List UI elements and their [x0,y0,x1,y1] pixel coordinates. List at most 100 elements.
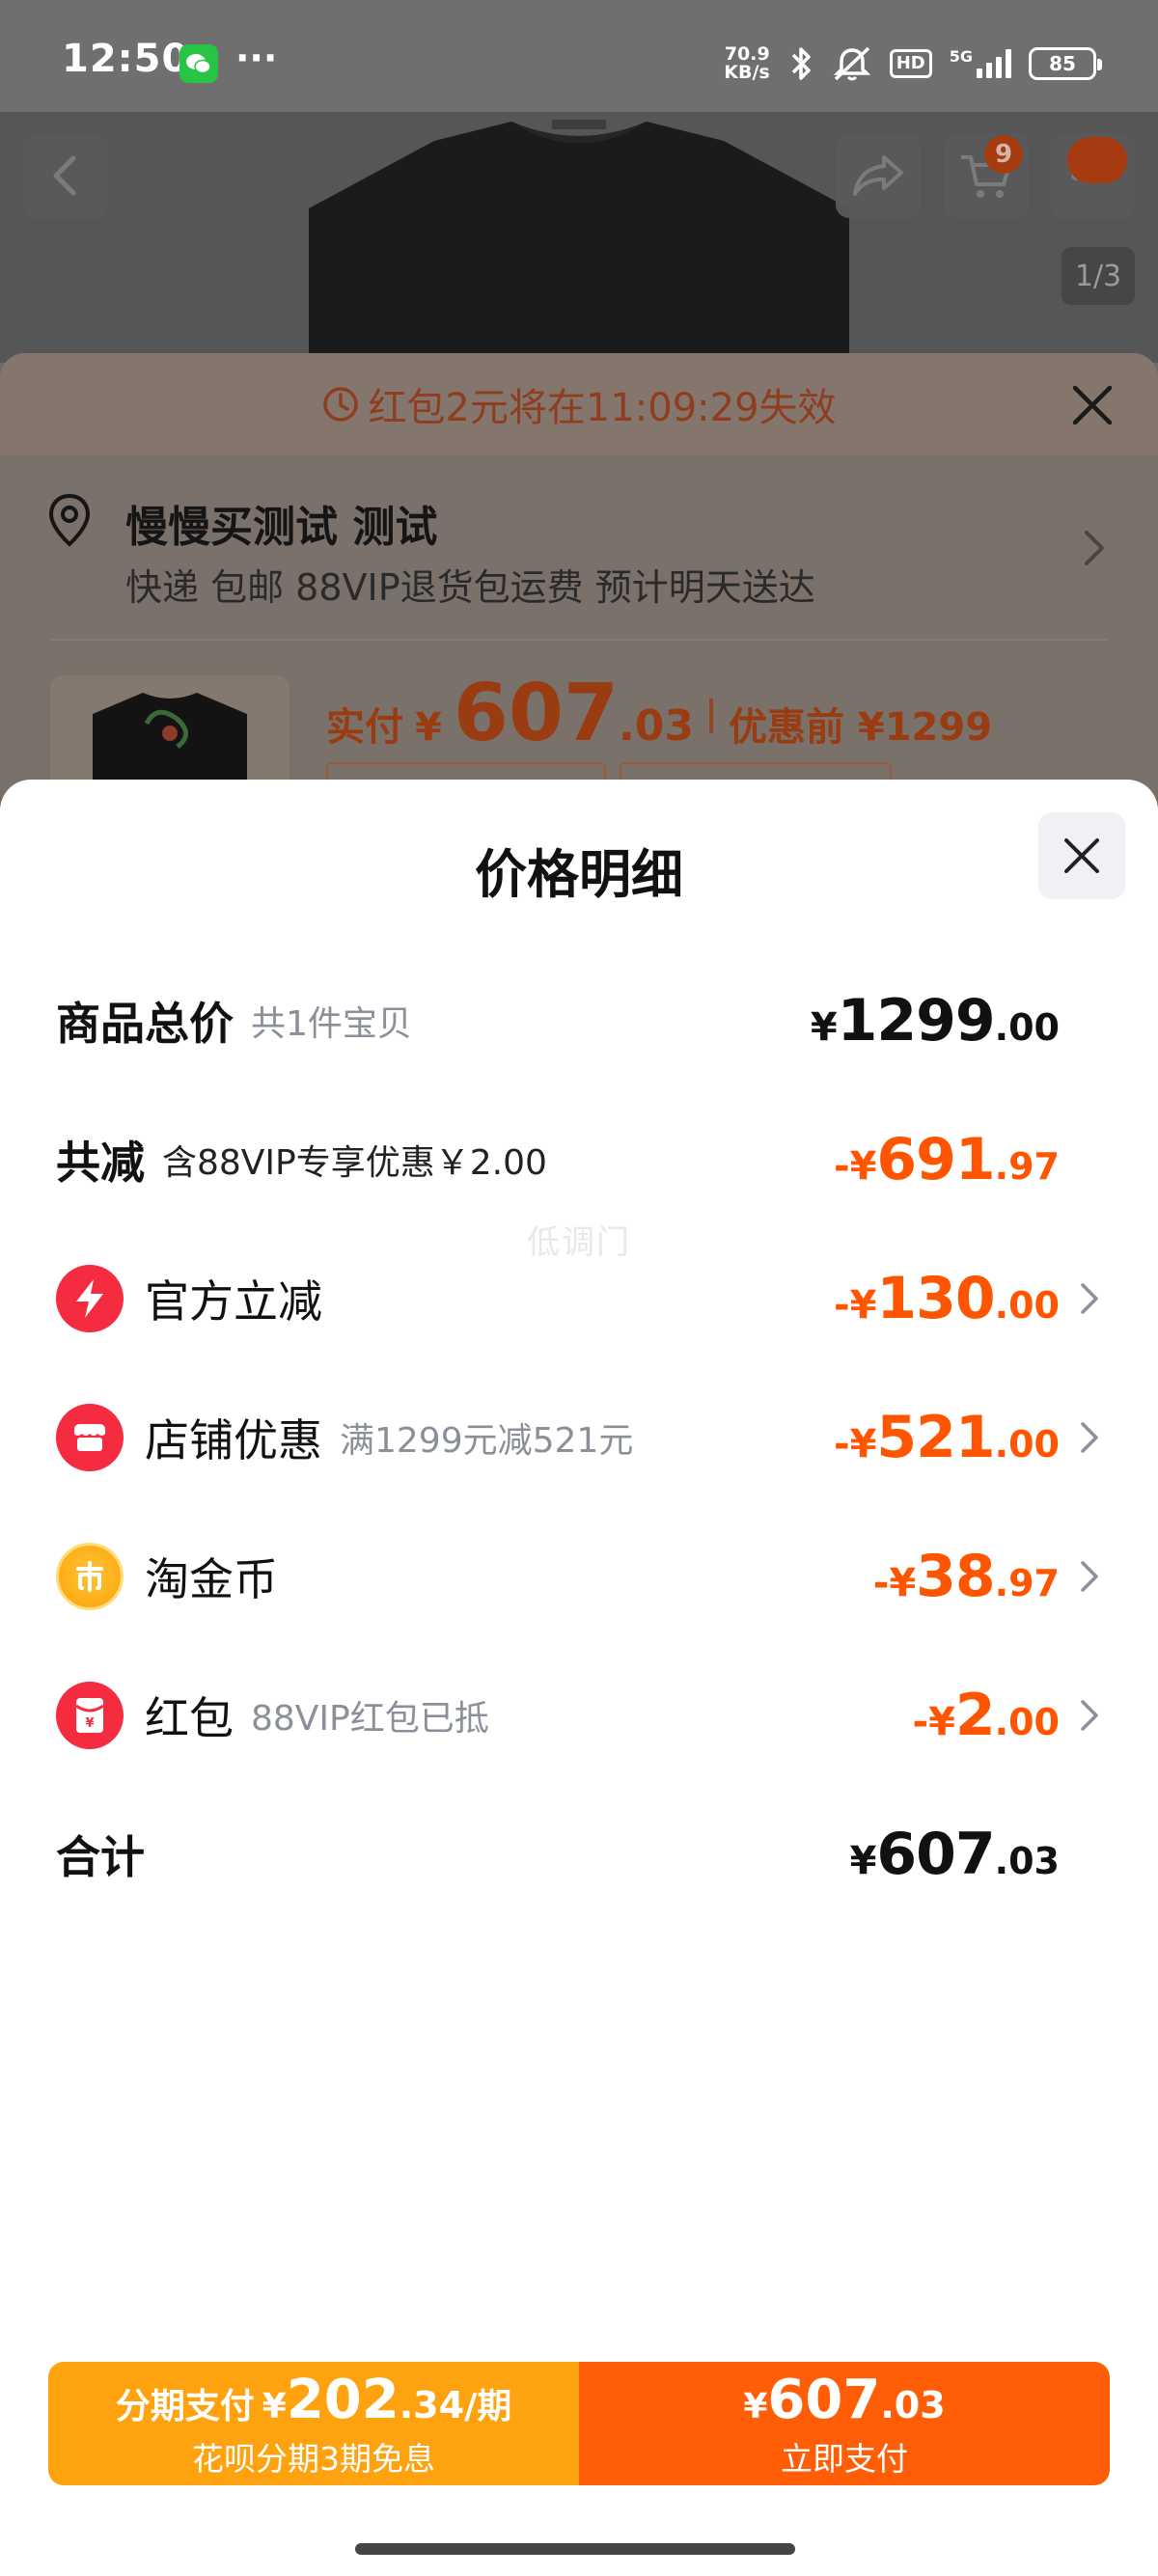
installment-period-unit: /期 [464,2386,512,2426]
chevron-right-icon [1081,1700,1098,1731]
amount-currency: -¥ [872,1561,917,1605]
amount-integer: 1299 [837,987,996,1055]
grand-total-row: 合计 ¥ 607 .03 [56,1806,1102,1903]
coupon-expiry-text: 红包2元将在11:09:29失效 [368,386,837,430]
installment-currency: ¥ [262,2386,287,2426]
close-icon[interactable] [1069,382,1116,428]
chevron-right-icon [1081,1422,1098,1453]
row-amount: -¥ 38 .97 [873,1543,1060,1610]
network-speed: 70.9 KB/s [724,45,769,82]
coin-icon [56,1543,124,1610]
checkout-sheet: 红包2元将在11:09:29失效 慢慢买测试 测试 快递 包邮 88VIP退货包… [0,353,1158,797]
share-button[interactable] [836,133,921,218]
svg-text:¥: ¥ [85,1716,94,1731]
battery-icon: 85 [1029,47,1102,80]
row-amount: -¥ 691 .97 [834,1126,1060,1193]
paid-amount-integer: 607 [453,668,620,759]
hd-voice-badge: HD [889,49,932,78]
address-name: 慢慢买测试 测试 [125,503,438,552]
chevron-right-icon [1081,1561,1098,1592]
price-detail-modal: 价格明细 低调门 商品总价 共1件宝贝 ¥ 1299 .00 共减 含88VIP… [0,780,1158,2576]
battery-level: 85 [1049,52,1076,75]
official-discount-row[interactable]: 官方立减 -¥ 130 .00 [56,1250,1102,1347]
amount-decimal: .00 [994,1701,1060,1743]
network-type-label: 5G [949,47,973,66]
red-packet-icon: ¥ [56,1682,124,1749]
location-pin-icon [48,493,91,547]
chevron-right-icon [1085,531,1104,565]
row-sublabel: 含88VIP专享优惠￥2.00 [162,1143,547,1183]
coupon-expiry-bar: 红包2元将在11:09:29失效 [0,353,1158,455]
clock-icon [323,387,359,422]
modal-title: 价格明细 [475,844,683,905]
row-amount: -¥ 2 .00 [912,1682,1060,1749]
installment-pay-button[interactable]: 分期支付 ¥ 202 .34 /期 花呗分期3期免息 [48,2362,579,2485]
product-image-header: 9 1/3 [0,112,1158,363]
close-icon [1064,838,1099,873]
amount-currency: -¥ [833,1422,877,1466]
installment-subtitle: 花呗分期3期免息 [192,2439,435,2478]
row-amount: -¥ 521 .00 [834,1404,1060,1471]
divider [50,639,1108,641]
amount-currency: -¥ [833,1283,877,1328]
status-bar: 12:50 ··· 70.9 KB/s HD 5G 85 [0,0,1158,112]
amount-currency: -¥ [833,1144,877,1189]
amount-currency: ¥ [810,1005,838,1050]
amount-integer: 2 [954,1682,996,1749]
row-sublabel: 88VIP红包已抵 [251,1699,489,1739]
row-label: 红包 [145,1692,234,1744]
pay-now-button[interactable]: ¥ 607 .03 立即支付 [579,2362,1110,2485]
cellular-signal-icon: 5G [950,49,1011,78]
installment-amount-integer: 202 [286,2368,400,2431]
paid-amount-decimal: .03 [619,701,694,751]
address-row[interactable]: 慢慢买测试 测试 快递 包邮 88VIP退货包运费 预计明天送达 [46,488,1112,609]
status-time: 12:50 [62,37,190,81]
back-button[interactable] [23,133,108,218]
message-indicator-badge [1067,137,1127,183]
share-icon [853,155,903,196]
paid-price-row: 实付 ¥ 607 .03 优惠前 ¥1299 [326,668,992,764]
pay-now-label: 立即支付 [781,2439,908,2478]
paid-currency: ¥ [415,705,442,750]
image-counter: 1/3 [1062,247,1135,305]
amount-currency: -¥ [912,1700,955,1744]
row-label: 共减 [56,1137,145,1189]
home-indicator[interactable] [355,2543,795,2555]
row-sublabel: 满1299元减521元 [340,1421,634,1461]
amount-integer: 521 [876,1404,995,1471]
pay-bar: 分期支付 ¥ 202 .34 /期 花呗分期3期免息 ¥ 607 .03 立即支… [48,2362,1110,2485]
row-label: 淘金币 [145,1553,278,1605]
row-sublabel: 共1件宝贝 [251,1004,412,1044]
silent-bell-icon [833,46,870,81]
shop-discount-row[interactable]: 店铺优惠 满1299元减521元 -¥ 521 .00 [56,1389,1102,1486]
more-notifications-icon: ··· [235,37,278,79]
cart-count-badge: 9 [984,135,1023,174]
installment-amount-decimal: .34 [399,2383,465,2426]
row-amount: ¥ 607 .03 [850,1821,1060,1888]
installment-label: 分期支付 [115,2386,255,2426]
total-goods-price-row: 商品总价 共1件宝贝 ¥ 1299 .00 [56,973,1102,1069]
amount-integer: 691 [876,1126,995,1193]
row-label: 店铺优惠 [145,1414,322,1466]
modal-close-button[interactable] [1038,812,1125,899]
network-speed-unit: KB/s [724,62,770,83]
product-image[interactable] [270,112,888,363]
chevron-right-icon [1081,1283,1098,1314]
amount-decimal: .00 [994,1006,1060,1049]
amount-decimal: .00 [994,1423,1060,1466]
paid-label: 实付 [326,705,403,750]
taojinbi-coin-row[interactable]: 淘金币 -¥ 38 .97 [56,1528,1102,1625]
red-packet-row[interactable]: ¥ 红包 88VIP红包已抵 -¥ 2 .00 [56,1667,1102,1764]
pay-amount-decimal: .03 [880,2383,946,2426]
row-label: 官方立减 [145,1275,322,1328]
amount-decimal: .97 [994,1145,1060,1188]
amount-decimal: .03 [994,1840,1060,1882]
pay-currency: ¥ [743,2386,768,2426]
shipping-detail: 快递 包邮 88VIP退货包运费 预计明天送达 [125,566,815,609]
price-before-discount: 优惠前 ¥1299 [728,705,993,750]
amount-decimal: .97 [994,1562,1060,1604]
amount-integer: 607 [876,1821,995,1888]
row-label: 合计 [56,1831,145,1883]
